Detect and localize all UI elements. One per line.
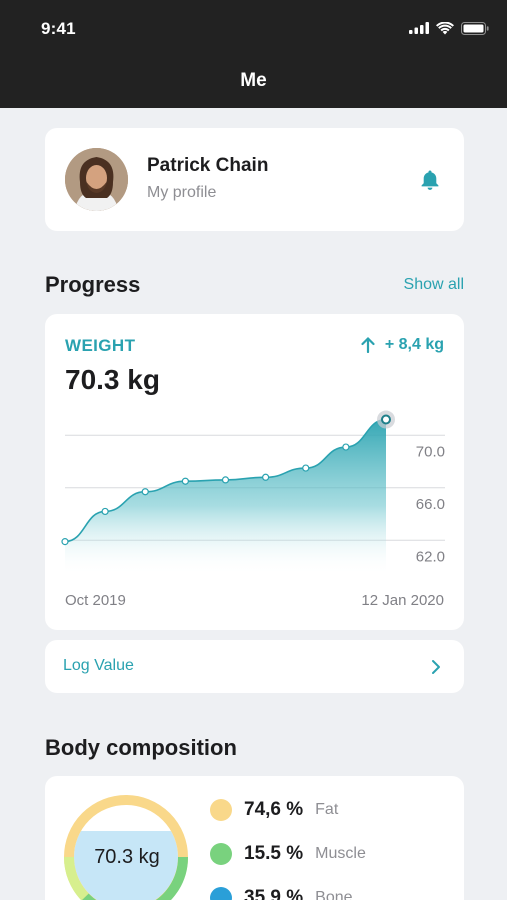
avatar[interactable] <box>65 148 128 211</box>
data-point[interactable] <box>181 477 189 485</box>
x-axis-end-label: 12 Jan 2020 <box>361 592 444 609</box>
weight-area <box>65 419 386 576</box>
status-icons <box>409 20 489 36</box>
body-composition-card[interactable]: 70.3 kg 74,6 % Fat 15.5 % Muscle 35.9 % … <box>45 776 464 900</box>
status-time: 9:41 <box>41 19 76 38</box>
bone-label: Bone <box>315 889 353 900</box>
profile-name: Patrick Chain <box>147 155 269 176</box>
profile-subtitle: My profile <box>147 184 217 201</box>
muscle-value: 15.5 % <box>244 843 304 864</box>
data-point[interactable] <box>342 443 350 451</box>
y-tick-label: 62.0 <box>416 548 445 565</box>
y-tick-label: 70.0 <box>416 443 445 460</box>
composition-total: 70.3 kg <box>94 846 160 868</box>
legend-item-muscle: 15.5 % Muscle <box>210 843 366 865</box>
data-point[interactable] <box>141 488 149 496</box>
muscle-dot <box>210 843 232 865</box>
wifi-icon <box>436 21 454 34</box>
weight-chart: 70.0 66.0 62.0 <box>61 410 445 576</box>
fat-value: 74,6 % <box>244 799 304 820</box>
log-value-row[interactable]: Log Value <box>45 640 464 693</box>
data-point[interactable] <box>302 464 310 472</box>
muscle-label: Muscle <box>315 845 366 862</box>
body-composition-title: Body composition <box>45 735 237 760</box>
fat-label: Fat <box>315 801 339 818</box>
legend-item-fat: 74,6 % Fat <box>210 799 338 821</box>
weight-card[interactable]: WEIGHT + 8,4 kg 70.3 kg 70.0 66.0 62.0 Oct… <box>45 314 464 630</box>
top-bar: 9:41 Me <box>0 0 507 108</box>
log-value-label: Log Value <box>63 657 134 674</box>
bone-dot <box>210 887 232 900</box>
selected-data-point[interactable] <box>381 414 391 425</box>
bell-icon[interactable] <box>418 168 442 192</box>
data-point[interactable] <box>101 507 109 516</box>
data-point[interactable] <box>262 473 270 481</box>
progress-title: Progress <box>45 272 141 297</box>
show-all-link[interactable]: Show all <box>404 276 464 294</box>
y-tick-label: 66.0 <box>416 496 445 513</box>
composition-donut <box>63 795 189 900</box>
data-point[interactable] <box>221 476 230 484</box>
battery-icon <box>461 21 489 35</box>
fat-dot <box>210 799 232 821</box>
chevron-right-icon <box>432 660 440 674</box>
bone-value: 35.9 % <box>244 887 304 900</box>
signal-icon <box>409 22 429 34</box>
legend-item-bone: 35.9 % Bone <box>210 887 353 900</box>
profile-card[interactable]: Patrick Chain My profile <box>45 128 464 231</box>
data-point[interactable] <box>61 538 69 546</box>
page-title: Me <box>240 70 267 91</box>
x-axis-start-label: Oct 2019 <box>65 592 126 609</box>
